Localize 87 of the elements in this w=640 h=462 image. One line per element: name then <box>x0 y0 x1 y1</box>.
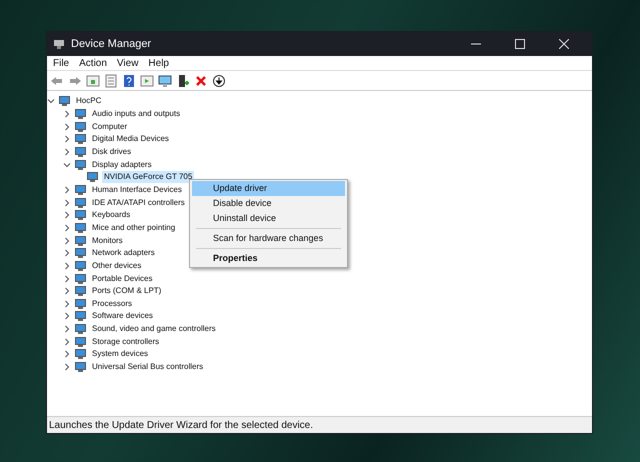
app-icon <box>53 38 65 50</box>
device-icon <box>75 108 86 119</box>
device-icon <box>75 134 86 144</box>
device-icon <box>75 298 86 309</box>
device-icon <box>75 324 86 334</box>
window-title: Device Manager <box>71 36 152 52</box>
list-icon[interactable] <box>104 74 118 88</box>
tree-item[interactable]: Sound, video and game controllers <box>90 323 218 336</box>
tree-item[interactable]: IDE ATA/ATAPI controllers <box>90 196 187 209</box>
help-icon[interactable] <box>122 74 136 88</box>
menu-item[interactable]: Help <box>144 56 173 70</box>
device-icon <box>75 236 86 246</box>
window-icon[interactable] <box>140 74 154 88</box>
tree-item[interactable]: Other devices <box>90 260 144 272</box>
menu-item[interactable]: Disable device <box>192 196 345 211</box>
tree-item[interactable]: Ports (COM & LPT) <box>90 285 164 298</box>
chevron-icon[interactable] <box>63 236 71 245</box>
device-icon <box>75 210 86 220</box>
device-icon <box>75 198 86 208</box>
device-icon <box>75 122 86 132</box>
device-icon <box>75 146 86 157</box>
maximize-icon <box>515 39 525 49</box>
download-icon[interactable] <box>212 74 226 88</box>
menu-item[interactable]: File <box>49 56 74 70</box>
tree-item[interactable]: System devices <box>90 348 150 360</box>
chevron-icon[interactable] <box>63 350 71 358</box>
device-icon <box>59 96 70 106</box>
device-icon <box>75 184 86 195</box>
tree-item[interactable]: Human Interface Devices <box>90 184 184 196</box>
chevron-icon[interactable] <box>63 211 71 220</box>
menu-item[interactable]: Properties <box>192 251 345 266</box>
device-icon <box>75 274 86 284</box>
tree-item[interactable]: NVIDIA GeForce GT 705 <box>102 171 194 184</box>
chevron-icon[interactable] <box>63 224 71 232</box>
device-icon <box>75 336 86 347</box>
device-add-icon[interactable] <box>176 74 190 88</box>
tree-item[interactable]: Display adapters <box>90 158 154 171</box>
device-icon <box>75 286 86 296</box>
chevron-icon[interactable] <box>63 135 71 144</box>
menu-item[interactable]: Scan for hardware changes <box>192 231 345 246</box>
tree-item[interactable]: Digital Media Devices <box>90 133 171 146</box>
tree-item[interactable]: Network adapters <box>90 247 157 260</box>
monitor-icon[interactable] <box>158 74 172 88</box>
device-icon <box>75 160 86 170</box>
chevron-icon[interactable] <box>63 122 71 131</box>
chevron-icon[interactable] <box>63 363 71 372</box>
chevron-icon[interactable] <box>63 198 71 207</box>
device-icon <box>75 222 86 233</box>
tree-item[interactable]: Portable Devices <box>90 272 154 285</box>
device-icon <box>87 172 98 182</box>
device-icon <box>75 311 86 322</box>
tree-item[interactable]: Keyboards <box>90 209 132 222</box>
tree-item[interactable]: Audio inputs and outputs <box>90 108 182 120</box>
device-icon <box>75 248 86 258</box>
status-text: Launches the Update Driver Wizard for the selected device. <box>49 418 314 432</box>
tree-item[interactable]: Storage controllers <box>90 336 162 348</box>
chevron-icon[interactable] <box>63 160 71 169</box>
device-icon <box>75 362 86 372</box>
chevron-icon[interactable] <box>63 287 71 296</box>
tree-item[interactable]: Mice and other pointing <box>90 222 178 234</box>
chevron-icon[interactable] <box>63 312 71 320</box>
menu-item[interactable]: Update driver <box>192 181 345 196</box>
tree-item[interactable]: Processors <box>90 298 134 310</box>
chevron-icon[interactable] <box>63 338 71 346</box>
chevron-icon[interactable] <box>63 274 71 283</box>
tree-item[interactable]: Universal Serial Bus controllers <box>90 361 206 374</box>
tree-item[interactable]: Computer <box>90 120 130 133</box>
tree-item[interactable]: HocPC <box>74 95 104 108</box>
chevron-icon[interactable] <box>63 300 71 308</box>
menu-item[interactable]: Uninstall device <box>192 211 345 226</box>
delete-icon[interactable] <box>194 74 208 88</box>
chevron-icon[interactable] <box>47 97 55 106</box>
tree-item[interactable]: Disk drives <box>90 146 134 158</box>
window-icon[interactable] <box>86 74 100 88</box>
chevron-icon[interactable] <box>63 186 71 194</box>
chevron-icon[interactable] <box>63 325 71 334</box>
tree-item[interactable]: Software devices <box>90 310 155 322</box>
device-icon <box>75 260 86 271</box>
menu-item[interactable]: Action <box>75 56 111 70</box>
menu-item[interactable]: View <box>112 56 142 70</box>
chevron-icon[interactable] <box>63 262 71 270</box>
chevron-icon[interactable] <box>63 148 71 156</box>
chevron-icon[interactable] <box>63 249 71 258</box>
chevron-icon[interactable] <box>63 110 71 118</box>
tree-item[interactable]: Monitors <box>90 234 125 247</box>
device-icon <box>75 349 86 360</box>
close-icon <box>559 39 569 49</box>
